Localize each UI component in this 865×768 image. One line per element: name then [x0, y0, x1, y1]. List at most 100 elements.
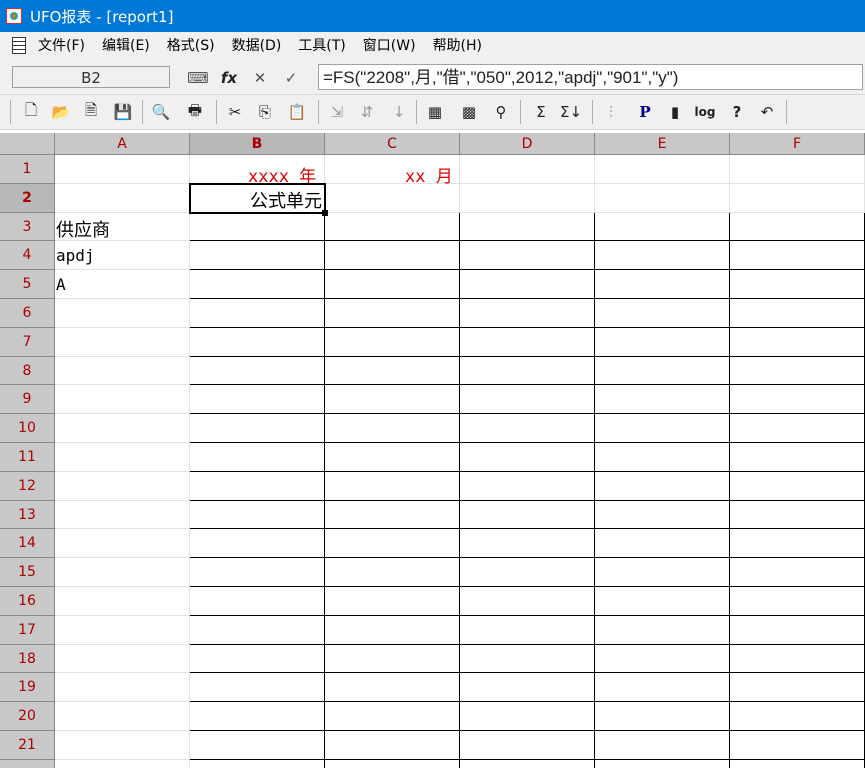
grid-cell[interactable]	[460, 759, 595, 768]
grid-cell[interactable]	[460, 673, 595, 703]
grid-cell[interactable]	[325, 644, 460, 674]
row-header[interactable]: 2	[0, 183, 55, 213]
menu-tools[interactable]: 工具(T)	[298, 35, 356, 55]
sort-icon[interactable]: ↓	[388, 101, 410, 123]
grid-icon[interactable]: ▩	[458, 101, 480, 123]
grid-cell[interactable]	[595, 529, 730, 559]
grid-cell[interactable]	[190, 731, 325, 760]
grid-cell[interactable]	[730, 414, 865, 443]
grid-cell[interactable]	[460, 644, 595, 674]
grid-cell[interactable]	[325, 759, 460, 768]
grid-cell[interactable]	[325, 471, 460, 501]
grid-cell[interactable]	[730, 212, 865, 242]
fill-handle[interactable]	[322, 209, 328, 216]
help-pointer-icon[interactable]: ?	[726, 101, 748, 123]
grid-cell[interactable]	[730, 529, 865, 559]
grid-cell[interactable]	[595, 702, 730, 731]
grid-cell[interactable]	[55, 356, 190, 386]
grid-cell[interactable]	[190, 673, 325, 703]
grid-cell[interactable]	[730, 299, 865, 328]
grid-cell[interactable]	[730, 270, 865, 299]
sum-icon[interactable]: Σ	[530, 101, 552, 123]
grid-cell[interactable]	[460, 471, 595, 501]
row-header[interactable]: 6	[0, 299, 55, 328]
row-header[interactable]: 18	[0, 644, 55, 674]
grid-cell[interactable]	[730, 356, 865, 386]
row-header[interactable]: 16	[0, 587, 55, 616]
row-header[interactable]: 10	[0, 414, 55, 443]
grid-cell[interactable]	[325, 587, 460, 616]
grid-cell[interactable]	[730, 241, 865, 271]
grid-cell[interactable]	[730, 500, 865, 530]
grid-cell[interactable]	[460, 500, 595, 530]
formula-input[interactable]: =FS("2208",月,"借","050",2012,"apdj","901"…	[318, 64, 863, 90]
document-icon[interactable]: 🗎	[80, 101, 102, 123]
grid-cell[interactable]	[730, 673, 865, 703]
row-header[interactable]: 13	[0, 500, 55, 530]
grid-cell[interactable]	[55, 759, 190, 768]
keyboard-icon[interactable]: ⌨	[187, 68, 209, 88]
grid-cell[interactable]	[460, 558, 595, 587]
grid-cell[interactable]	[730, 702, 865, 731]
column-header-c[interactable]: C	[325, 133, 460, 155]
grid-cell[interactable]	[55, 183, 190, 213]
grid-cell[interactable]	[460, 356, 595, 386]
column-header-e[interactable]: E	[595, 133, 730, 155]
grid-cell[interactable]	[460, 270, 595, 299]
grid-cell[interactable]	[460, 183, 595, 213]
grid-cell[interactable]	[325, 443, 460, 472]
grid-cell[interactable]	[730, 587, 865, 616]
grid-cell[interactable]	[190, 500, 325, 530]
grid-cell[interactable]	[460, 155, 595, 184]
row-header[interactable]: 20	[0, 702, 55, 731]
grid-cell[interactable]	[595, 212, 730, 242]
row-header[interactable]: 17	[0, 615, 55, 645]
grid-cell[interactable]	[595, 443, 730, 472]
paste-icon[interactable]: 📋	[286, 101, 308, 123]
print-icon[interactable]: 🖶	[184, 101, 206, 123]
grid-cell[interactable]	[190, 644, 325, 674]
grid-cell[interactable]	[595, 299, 730, 328]
grid-cell[interactable]	[595, 385, 730, 415]
find-icon[interactable]: ⚲	[490, 101, 512, 123]
grid-cell[interactable]	[595, 327, 730, 357]
grid-cell[interactable]	[55, 702, 190, 731]
grid-cell[interactable]	[325, 558, 460, 587]
function-icon[interactable]: fx	[219, 68, 239, 88]
row-header[interactable]: 11	[0, 443, 55, 472]
grid-cell[interactable]	[460, 385, 595, 415]
grid-cell[interactable]	[730, 644, 865, 674]
insert-column-icon[interactable]: ⇵	[356, 101, 378, 123]
row-header[interactable]: 5	[0, 270, 55, 299]
grid-cell[interactable]	[595, 270, 730, 299]
grid-cell[interactable]	[595, 241, 730, 271]
grid-cell[interactable]	[325, 500, 460, 530]
grid-cell[interactable]	[595, 500, 730, 530]
grid-cell[interactable]	[325, 673, 460, 703]
document-menu-icon[interactable]	[12, 36, 26, 54]
grid-cell[interactable]	[595, 155, 730, 184]
grid-cell[interactable]	[730, 155, 865, 184]
grid-cell[interactable]	[190, 443, 325, 472]
undo-icon[interactable]: ↶	[756, 101, 778, 123]
grid-cell[interactable]	[325, 529, 460, 559]
grid-cell[interactable]	[730, 327, 865, 357]
grid-cell[interactable]	[190, 471, 325, 501]
grid-cell[interactable]	[460, 299, 595, 328]
grid-cell[interactable]	[55, 385, 190, 415]
chart-icon[interactable]: ⫶	[600, 101, 622, 123]
column-header-d[interactable]: D	[460, 133, 595, 155]
menu-data[interactable]: 数据(D)	[232, 35, 293, 55]
grid-cell[interactable]	[460, 443, 595, 472]
grid-cell[interactable]	[190, 587, 325, 616]
grid-cell[interactable]	[460, 615, 595, 645]
grid-cell[interactable]	[190, 327, 325, 357]
grid-cell[interactable]	[325, 731, 460, 760]
row-header[interactable]: 1	[0, 155, 55, 184]
grid-cell[interactable]	[325, 702, 460, 731]
grid-cell[interactable]	[190, 212, 325, 242]
grid-cell[interactable]	[55, 155, 190, 184]
cut-icon[interactable]: ✂	[224, 101, 246, 123]
menu-window[interactable]: 窗口(W)	[363, 35, 427, 55]
grid-cell[interactable]	[730, 615, 865, 645]
